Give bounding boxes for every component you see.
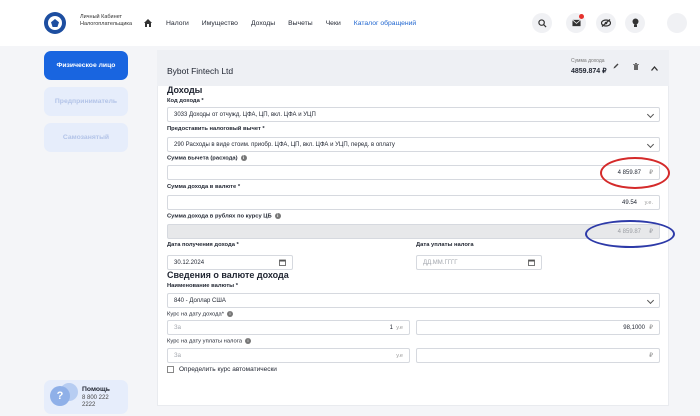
info-icon: i bbox=[240, 155, 247, 161]
income-rub-label: Сумма дохода в рублях по курсу ЦБ i bbox=[167, 213, 281, 220]
deduction-label: Предоставить налоговый вычет * bbox=[167, 126, 265, 132]
info-icon: i bbox=[244, 338, 251, 344]
section-currency-title: Сведения о валюте дохода bbox=[167, 270, 289, 280]
company-name: Bybot Fintech Ltd bbox=[167, 66, 234, 76]
info-icon: i bbox=[227, 311, 234, 317]
home-icon[interactable] bbox=[143, 18, 153, 28]
envelope-icon bbox=[571, 19, 581, 27]
fns-logo[interactable] bbox=[44, 12, 66, 34]
deduction-select[interactable]: 290 Расходы в виде стоим. приобр. ЦФА, Ц… bbox=[167, 137, 660, 152]
nav-appeals-catalog[interactable]: Каталог обращений bbox=[351, 20, 419, 39]
auto-rate-label: Определить курс автоматически bbox=[179, 366, 277, 373]
eye-off-icon bbox=[601, 19, 611, 27]
sum-label: Сумма дохода bbox=[571, 58, 605, 64]
main-nav: Налоги Имущество Доходы Вычеты Чеки Ката… bbox=[166, 20, 419, 39]
card-above bbox=[157, 33, 669, 45]
deduction-sum-input[interactable]: 4 859.87 ₽ bbox=[167, 165, 660, 180]
income-currency-input[interactable]: 49.54 у.е. bbox=[167, 195, 660, 210]
logo-text: Личный Кабинет Налогоплательщика bbox=[80, 14, 133, 27]
date-tax-label: Дата уплаты налога bbox=[416, 242, 474, 248]
info-icon: i bbox=[274, 213, 281, 219]
nav-taxes[interactable]: Налоги bbox=[166, 20, 189, 27]
red-annotation-ring bbox=[600, 157, 670, 189]
chevron-up-icon[interactable] bbox=[651, 66, 658, 71]
income-code-label: Код дохода * bbox=[167, 98, 204, 104]
blue-annotation-ring bbox=[585, 220, 675, 248]
chevron-down-icon bbox=[646, 140, 655, 149]
messages-button[interactable] bbox=[566, 13, 586, 33]
auto-rate-checkbox[interactable] bbox=[167, 366, 174, 373]
edit-icon[interactable] bbox=[613, 63, 619, 69]
profile-button[interactable] bbox=[667, 13, 687, 33]
calendar-icon[interactable] bbox=[528, 259, 535, 266]
accessibility-button[interactable] bbox=[596, 13, 616, 33]
rate-income-units-input[interactable]: За 1 у.е bbox=[167, 320, 410, 335]
currency-name-label: Наименование валюты * bbox=[167, 283, 238, 289]
rate-tax-label: Курс на дату уплаты налога i bbox=[167, 338, 251, 345]
tips-button[interactable] bbox=[625, 13, 645, 33]
trash-icon[interactable] bbox=[633, 63, 639, 70]
help-title: Помощь bbox=[82, 386, 110, 393]
rate-tax-value-input[interactable]: ₽ bbox=[416, 348, 660, 363]
calendar-icon[interactable] bbox=[279, 259, 286, 266]
date-tax-input[interactable]: ДД.ММ.ГГГГ bbox=[416, 255, 542, 270]
date-income-input[interactable]: 30.12.2024 bbox=[167, 255, 293, 270]
help-phone: 8 800 222 2222 bbox=[82, 395, 109, 408]
sidebar-item-individual[interactable]: Физическое лицо bbox=[44, 51, 128, 80]
nav-deductions[interactable]: Вычеты bbox=[288, 20, 313, 27]
rate-income-value-input[interactable]: 98,1000 ₽ bbox=[416, 320, 660, 335]
deduction-sum-label: Сумма вычета (расхода) i bbox=[167, 155, 247, 162]
sum-value: 4859.874 ₽ bbox=[571, 68, 607, 75]
section-income-title: Доходы bbox=[167, 85, 203, 95]
currency-select[interactable]: 840 - Доллар США bbox=[167, 293, 660, 308]
help-widget[interactable]: ? Помощь 8 800 222 2222 bbox=[44, 380, 128, 414]
income-code-select[interactable]: 3033 Доходы от отчужд. ЦФА, ЦП, вкл. ЦФА… bbox=[167, 107, 660, 122]
sidebar-item-entrepreneur[interactable]: Предприниматель bbox=[44, 87, 128, 116]
lightbulb-icon bbox=[632, 18, 638, 27]
chevron-down-icon bbox=[646, 296, 655, 305]
search-icon bbox=[537, 18, 547, 28]
search-button[interactable] bbox=[532, 13, 552, 33]
date-income-label: Дата получения дохода * bbox=[167, 242, 239, 248]
nav-property[interactable]: Имущество bbox=[202, 20, 238, 27]
rate-income-label: Курс на дату дохода* i bbox=[167, 311, 234, 318]
chevron-down-icon bbox=[646, 110, 655, 119]
help-question-icon: ? bbox=[50, 386, 70, 406]
income-currency-label: Сумма дохода в валюте * bbox=[167, 184, 241, 190]
nav-income[interactable]: Доходы bbox=[251, 20, 275, 27]
nav-receipts[interactable]: Чеки bbox=[326, 20, 341, 27]
rate-tax-units-input[interactable]: За у.е bbox=[167, 348, 410, 363]
sidebar-item-self-employed[interactable]: Самозанятый bbox=[44, 123, 128, 152]
notification-dot bbox=[579, 14, 584, 19]
